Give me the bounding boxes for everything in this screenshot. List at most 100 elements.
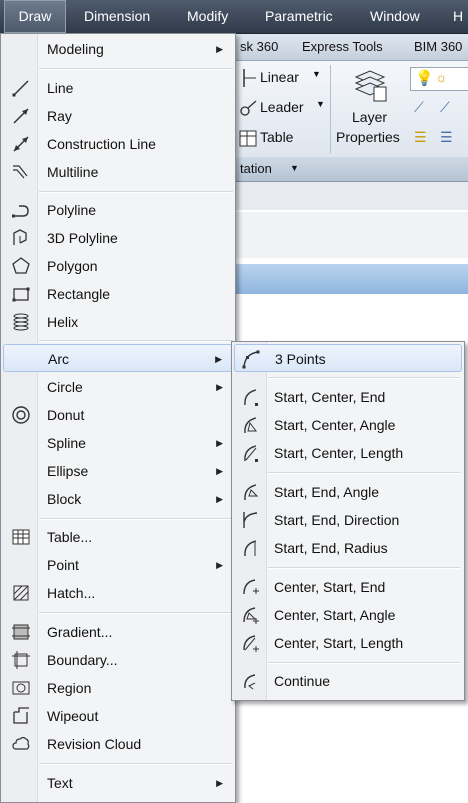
menu-item-wipeout[interactable]: Wipeout [3, 702, 233, 730]
menu-item-label: Hatch... [47, 585, 96, 601]
menu-item-label: Region [47, 680, 92, 696]
menu-parametric[interactable]: Parametric [265, 0, 333, 33]
table-ribbon-button[interactable]: Table [238, 127, 318, 151]
menu-item-line[interactable]: Line [3, 74, 233, 102]
layer-tool-icon[interactable]: ☰ [414, 129, 427, 146]
panel-divider [330, 65, 331, 153]
arc-center-start-angle-icon [243, 607, 259, 624]
arc-item-3-points[interactable]: 3 Points [234, 344, 462, 372]
menu-item-circle[interactable]: Circle ▶ [3, 373, 233, 401]
submenu-item-label: Start, End, Direction [274, 512, 400, 528]
menu-item-polyline[interactable]: Polyline [3, 196, 233, 224]
dropdown-arrow-icon[interactable]: ▼ [290, 163, 299, 173]
menu-modify[interactable]: Modify [187, 0, 228, 33]
arc-start-center-length-icon [244, 445, 258, 462]
menu-item-text[interactable]: Text ▶ [3, 769, 233, 797]
submenu-item-label: 3 Points [275, 351, 326, 367]
menu-item-polygon[interactable]: Polygon [3, 252, 233, 280]
menu-item-label: Gradient... [47, 624, 113, 640]
table-label: Table [260, 129, 294, 145]
menu-bar: Draw Dimension Modify Parametric Window … [0, 0, 468, 34]
menu-item-label: Ray [47, 108, 72, 124]
menu-separator [268, 377, 460, 379]
linear-dimension-icon [243, 69, 256, 87]
menu-help[interactable]: H [453, 0, 463, 33]
menu-item-arc[interactable]: Arc ▶ [3, 344, 233, 372]
arc-item-center-start-angle[interactable]: Center, Start, Angle [234, 601, 462, 629]
menu-item-ellipse[interactable]: Ellipse ▶ [3, 457, 233, 485]
arc-item-start-end-radius[interactable]: Start, End, Radius [234, 534, 462, 562]
arc-item-continue[interactable]: Continue [234, 667, 462, 695]
menu-item-ray[interactable]: Ray [3, 102, 233, 130]
donut-icon [12, 406, 30, 424]
submenu-item-label: Start, Center, Length [274, 445, 404, 461]
tab-autodesk-360[interactable]: sk 360 [240, 34, 278, 60]
menu-item-label: Circle [47, 379, 83, 395]
menu-item-block[interactable]: Block ▶ [3, 485, 233, 513]
rectangle-icon [12, 287, 30, 302]
submenu-item-label: Continue [274, 673, 331, 689]
menu-item-boundary[interactable]: Boundary... [3, 646, 233, 674]
menu-item-table[interactable]: Table... [3, 523, 233, 551]
menu-separator [39, 612, 233, 614]
table-icon [12, 529, 30, 545]
hatch-icon [13, 585, 29, 601]
tab-bim-360[interactable]: BIM 360 [414, 34, 462, 60]
menu-item-label: Multiline [47, 164, 99, 180]
arc-item-start-center-end[interactable]: Start, Center, End [234, 383, 462, 411]
leader-button[interactable]: Leader ▼ [238, 97, 328, 121]
menu-item-revision-cloud[interactable]: Revision Cloud [3, 730, 233, 758]
linear-button[interactable]: Linear ▼ [238, 67, 328, 91]
layer-properties-icon [354, 70, 387, 102]
layer-properties-button[interactable]: Layer Properties [334, 63, 406, 153]
menu-item-3d-polyline[interactable]: 3D Polyline [3, 224, 233, 252]
submenu-item-label: Start, Center, Angle [274, 417, 396, 433]
menu-item-label: Ellipse [47, 463, 89, 479]
menu-item-label: Polyline [47, 202, 97, 218]
menu-item-spline[interactable]: Spline ▶ [3, 429, 233, 457]
menu-item-hatch[interactable]: Hatch... [3, 579, 233, 607]
arc-item-start-center-length[interactable]: Start, Center, Length [234, 439, 462, 467]
menu-window[interactable]: Window [370, 0, 420, 33]
menu-item-label: Line [47, 80, 74, 96]
polyline-icon [12, 205, 29, 218]
menu-item-donut[interactable]: Donut [3, 401, 233, 429]
arc-item-center-start-length[interactable]: Center, Start, Length [234, 629, 462, 657]
region-icon [12, 681, 30, 695]
menu-dimension[interactable]: Dimension [84, 0, 150, 33]
menu-item-rectangle[interactable]: Rectangle [3, 280, 233, 308]
submenu-arrow-icon: ▶ [216, 438, 223, 448]
menu-item-helix[interactable]: Helix [3, 308, 233, 336]
leader-icon [240, 100, 257, 116]
menu-draw[interactable]: Draw [4, 0, 66, 33]
tab-express-tools[interactable]: Express Tools [302, 34, 383, 60]
menu-item-region[interactable]: Region [3, 674, 233, 702]
leader-label: Leader [260, 99, 304, 115]
draw-menu: Modeling ▶ Line Ray Construction Line Mu… [0, 33, 236, 803]
annotation-panel-title[interactable]: tation [240, 161, 272, 176]
boundary-icon [12, 651, 30, 669]
arc-start-end-direction-icon [243, 512, 258, 528]
dropdown-arrow-icon: ▼ [312, 69, 321, 79]
menu-item-point[interactable]: Point ▶ [3, 551, 233, 579]
menu-item-gradient[interactable]: Gradient... [3, 618, 233, 646]
layer-tool-icon[interactable]: ⟋ [440, 99, 450, 116]
menu-item-label: Polygon [47, 258, 98, 274]
menu-item-label: Wipeout [47, 708, 99, 724]
arc-item-start-end-angle[interactable]: Start, End, Angle [234, 478, 462, 506]
submenu-item-label: Start, Center, End [274, 389, 386, 405]
layer-tool-icon[interactable]: ☰ [440, 129, 453, 146]
layer-tool-icon[interactable]: ⟋ [414, 99, 424, 116]
arc-item-start-center-angle[interactable]: Start, Center, Angle [234, 411, 462, 439]
arc-item-start-end-direction[interactable]: Start, End, Direction [234, 506, 462, 534]
layer-state-box[interactable]: 💡 ☼ [410, 67, 468, 91]
menu-item-label: Donut [47, 407, 85, 423]
menu-item-modeling[interactable]: Modeling ▶ [3, 35, 233, 63]
submenu-item-label: Start, End, Angle [274, 484, 380, 500]
menu-item-label: Revision Cloud [47, 736, 142, 752]
arc-item-center-start-end[interactable]: Center, Start, End [234, 573, 462, 601]
menu-item-multiline[interactable]: Multiline [3, 158, 233, 186]
menu-item-label: Table... [47, 529, 93, 545]
submenu-item-label: Center, Start, Length [274, 635, 404, 651]
menu-item-construction-line[interactable]: Construction Line [3, 130, 233, 158]
